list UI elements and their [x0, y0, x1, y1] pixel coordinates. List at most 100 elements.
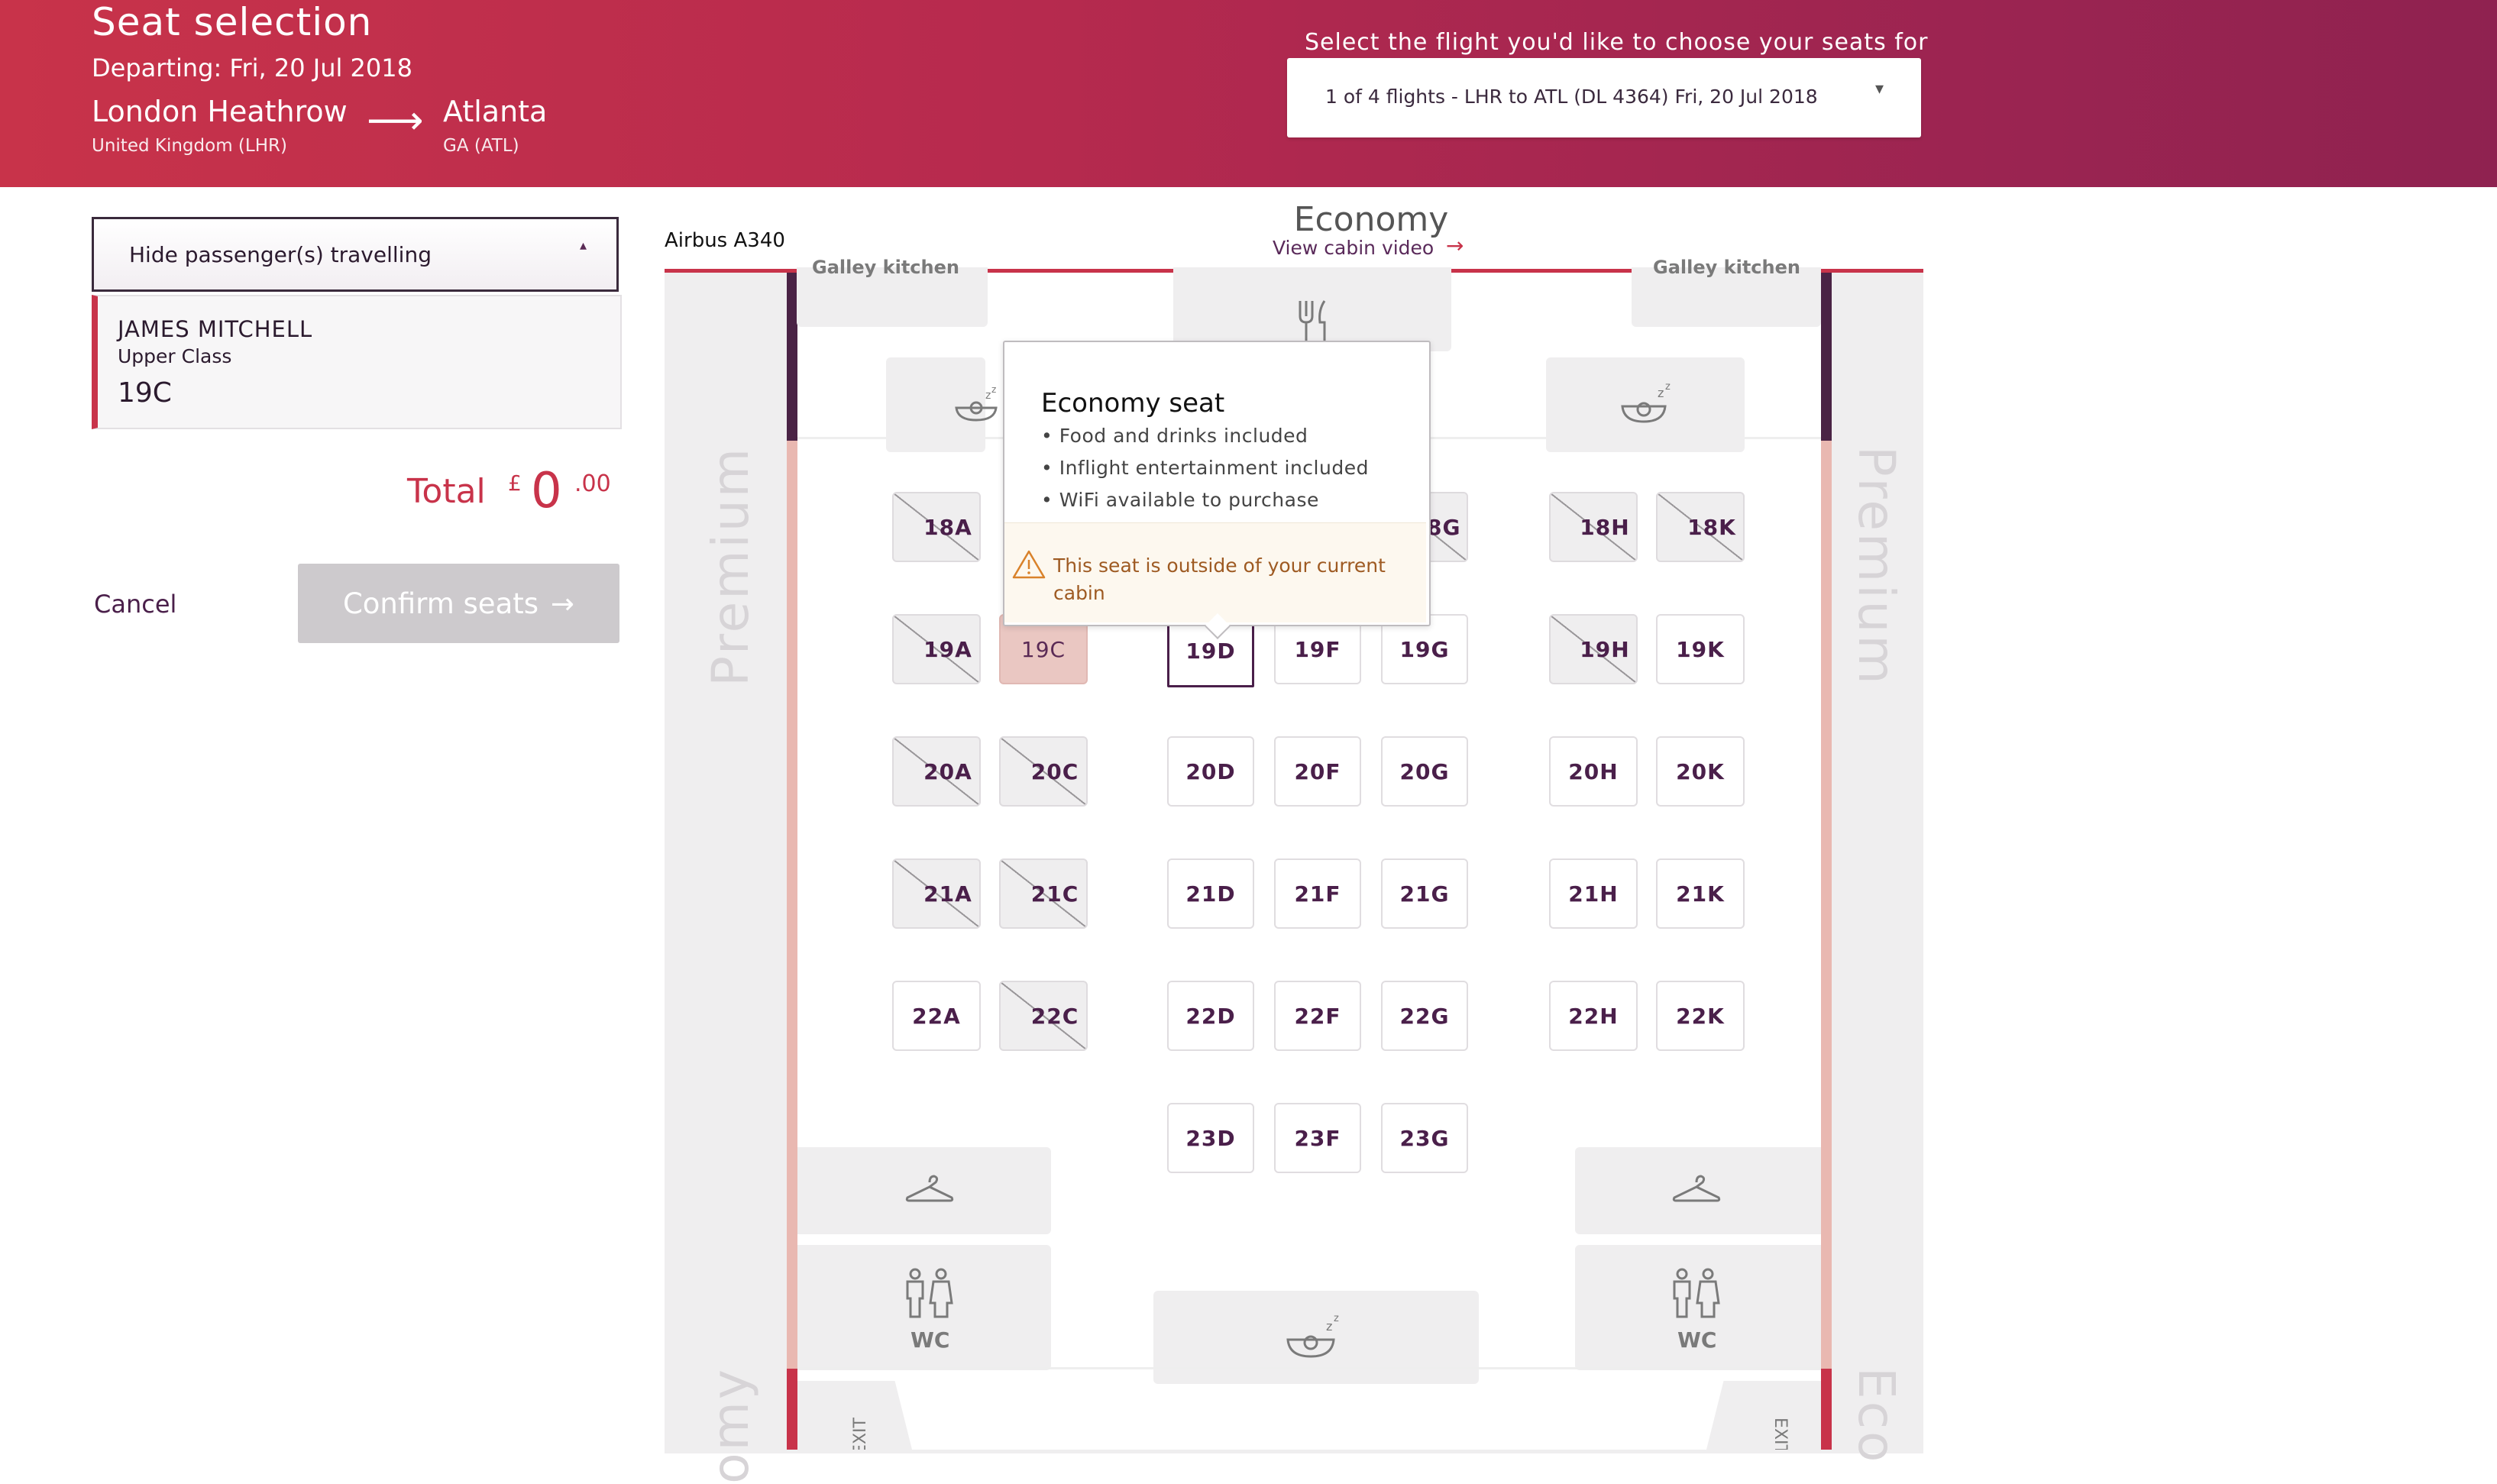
galley-kitchen-right: Galley kitchen — [1632, 257, 1821, 327]
seat-label: 22G — [1399, 1003, 1450, 1029]
bassinet-icon: z z — [1286, 1313, 1339, 1358]
seat-label: 23D — [1185, 1125, 1236, 1151]
seat-label: 19K — [1676, 636, 1725, 662]
seat-21c: 21C — [999, 858, 1088, 929]
seat-21a: 21A — [892, 858, 981, 929]
passenger-seat: 19C — [118, 377, 172, 409]
chevron-up-icon: ▴ — [580, 238, 587, 254]
seat-label: 22H — [1568, 1003, 1619, 1029]
seat-label: 18K — [1687, 514, 1736, 540]
aircraft-type: Airbus A340 — [665, 229, 785, 252]
seat-label: 21F — [1294, 881, 1341, 907]
confirm-seats-button[interactable]: Confirm seats → — [298, 564, 619, 643]
seat-20f[interactable]: 20F — [1274, 736, 1361, 807]
seat-21d[interactable]: 21D — [1167, 858, 1254, 929]
bassinet-area-left: z z — [886, 357, 998, 452]
hanger-icon — [905, 1175, 954, 1202]
seat-22k[interactable]: 22K — [1656, 981, 1745, 1051]
seat-22c: 22C — [999, 981, 1088, 1051]
seat-label: 22A — [912, 1003, 961, 1029]
seat-label: 18H — [1580, 514, 1630, 540]
tooltip-warning: This seat is outside of your current cab… — [1004, 522, 1426, 622]
cancel-button[interactable]: Cancel — [94, 590, 176, 619]
seat-20a: 20A — [892, 736, 981, 807]
seat-20g[interactable]: 20G — [1381, 736, 1468, 807]
premium-label-right: Premium — [1847, 446, 1906, 687]
seat-20d[interactable]: 20D — [1167, 736, 1254, 807]
wc-people-icon — [1673, 1268, 1720, 1318]
seat-18h: 18H — [1549, 492, 1638, 562]
destination-state: GA (ATL) — [443, 136, 519, 156]
seat-label: 21A — [923, 881, 972, 907]
seat-label: 22C — [1030, 1003, 1079, 1029]
seat-20c: 20C — [999, 736, 1088, 807]
seat-19a: 19A — [892, 614, 981, 684]
seat-label: 21C — [1030, 881, 1079, 907]
bassinet-area-center: z z — [1153, 1291, 1479, 1384]
seat-20h[interactable]: 20H — [1549, 736, 1638, 807]
seat-21f[interactable]: 21F — [1274, 858, 1361, 929]
flight-select-value: 1 of 4 flights - LHR to ATL (DL 4364) Fr… — [1325, 86, 1818, 108]
seat-23f[interactable]: 23F — [1274, 1103, 1361, 1173]
total-amount: 0 — [531, 463, 562, 519]
view-cabin-video-link[interactable]: View cabin video — [1273, 237, 1434, 259]
cabin-wall-left-upper — [787, 273, 797, 441]
hide-passengers-label: Hide passenger(s) travelling — [129, 242, 432, 267]
seat-23d[interactable]: 23D — [1167, 1103, 1254, 1173]
galley-kitchen-label: Galley kitchen — [1653, 257, 1800, 278]
cabin-divider-bottom — [797, 1367, 1821, 1369]
seat-19h: 19H — [1549, 614, 1638, 684]
seat-21g[interactable]: 21G — [1381, 858, 1468, 929]
cabin-wall-left-lower — [787, 1369, 797, 1450]
seat-22a[interactable]: 22A — [892, 981, 981, 1051]
seat-info-tooltip: Economy seat • Food and drinks included … — [1003, 341, 1431, 626]
seat-23g[interactable]: 23G — [1381, 1103, 1468, 1173]
seat-19k[interactable]: 19K — [1656, 614, 1745, 684]
page-title: Seat selection — [92, 0, 373, 44]
chevron-down-icon: ▾ — [1875, 79, 1884, 99]
seat-label: 19D — [1185, 638, 1236, 664]
wc-label: WC — [910, 1327, 950, 1353]
hide-passengers-toggle[interactable]: Hide passenger(s) travelling ▴ — [92, 217, 619, 292]
exit-right: EXIT — [1706, 1381, 1821, 1450]
wc-label: WC — [1677, 1327, 1717, 1353]
svg-text:z: z — [985, 390, 991, 402]
svg-text:z: z — [1326, 1319, 1332, 1334]
seat-22h[interactable]: 22H — [1549, 981, 1638, 1051]
seat-label: 21H — [1568, 881, 1619, 907]
wc-people-icon — [906, 1268, 953, 1318]
wc-right: WC — [1575, 1245, 1821, 1370]
svg-text:z: z — [991, 385, 996, 395]
flight-select-dropdown[interactable]: 1 of 4 flights - LHR to ATL (DL 4364) Fr… — [1287, 58, 1921, 137]
hanger-icon — [1672, 1175, 1721, 1202]
seat-label: 22D — [1185, 1003, 1236, 1029]
seat-22d[interactable]: 22D — [1167, 981, 1254, 1051]
cabin-wall-left — [787, 441, 797, 1369]
cabin-wall-right-lower — [1821, 1369, 1832, 1450]
seat-label: 23G — [1399, 1125, 1450, 1151]
seat-22g[interactable]: 22G — [1381, 981, 1468, 1051]
cabin-wall-right — [1821, 441, 1832, 1369]
seat-label: 21K — [1676, 881, 1725, 907]
economy-label-left: omy — [701, 1367, 760, 1484]
seat-label: 20A — [923, 758, 972, 784]
seat-label: 23F — [1294, 1125, 1341, 1151]
origin-country: United Kingdom (LHR) — [92, 136, 287, 156]
seat-label: 20H — [1568, 758, 1619, 784]
seat-label: 19C — [1020, 636, 1066, 662]
svg-text:z: z — [1334, 1313, 1339, 1324]
flight-select-label: Select the flight you'd like to choose y… — [1305, 29, 1929, 56]
seat-21h[interactable]: 21H — [1549, 858, 1638, 929]
confirm-seats-label: Confirm seats — [342, 587, 539, 620]
seat-label: 19F — [1294, 636, 1341, 662]
arrow-right-icon: → — [1446, 233, 1464, 258]
seat-label: 18A — [923, 514, 972, 540]
seat-22f[interactable]: 22F — [1274, 981, 1361, 1051]
page-header: Seat selection Departing: Fri, 20 Jul 20… — [0, 0, 2497, 187]
passenger-card[interactable]: JAMES MITCHELL Upper Class 19C — [92, 295, 622, 429]
arrow-right-icon: → — [551, 587, 575, 620]
fork-knife-icon — [1299, 300, 1326, 341]
seat-21k[interactable]: 21K — [1656, 858, 1745, 929]
seat-20k[interactable]: 20K — [1656, 736, 1745, 807]
total-currency: £ — [508, 470, 522, 496]
